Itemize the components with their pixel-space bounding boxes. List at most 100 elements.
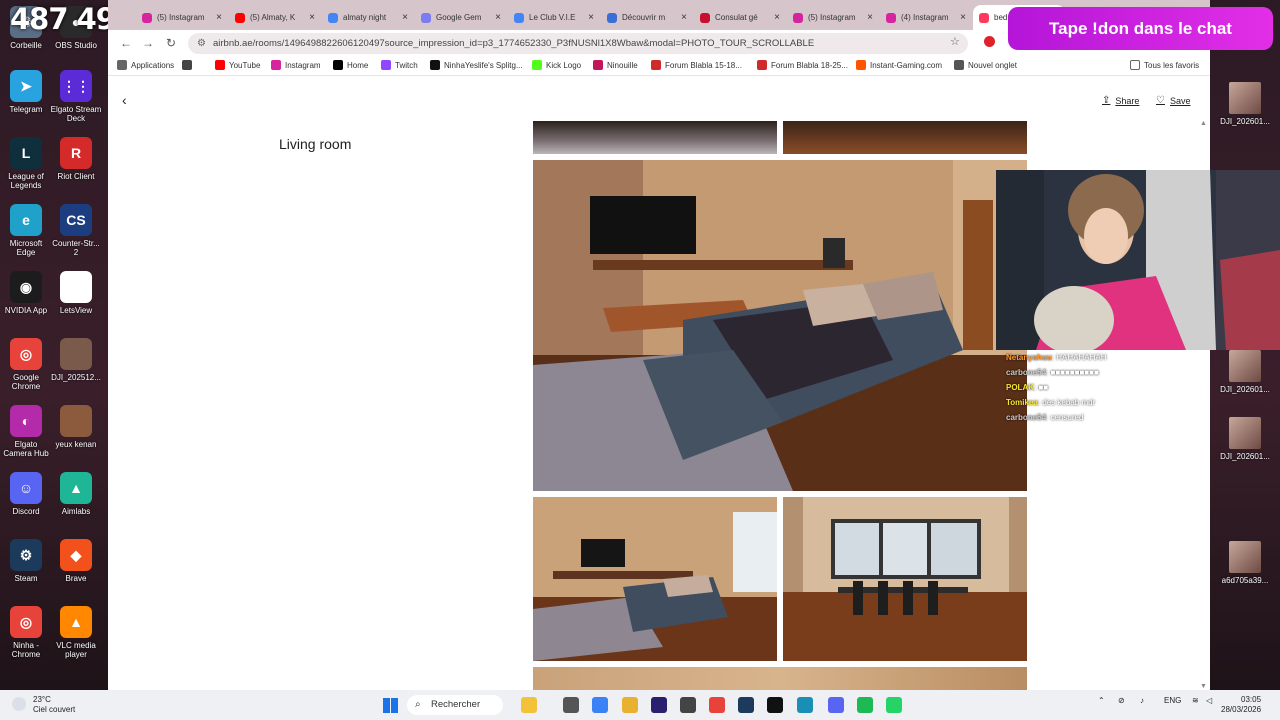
- desktop-shortcut[interactable]: ⚙ Steam: [0, 539, 52, 583]
- opera-extension-icon[interactable]: [984, 36, 995, 47]
- bookmark-item[interactable]: Nouvel onglet: [954, 60, 1017, 70]
- bookmark-item[interactable]: Forum Blabla 18-25...: [757, 60, 848, 70]
- clipchamp-icon[interactable]: [797, 697, 813, 713]
- file-explorer-icon[interactable]: [521, 697, 537, 713]
- scroll-down-icon[interactable]: ▼: [1200, 683, 1207, 690]
- copilot-icon[interactable]: [592, 697, 608, 713]
- dining-area-photo[interactable]: [783, 497, 1027, 661]
- desktop-shortcut[interactable]: R Riot Client: [50, 137, 102, 181]
- chrome-icon[interactable]: [709, 697, 725, 713]
- desktop-file[interactable]: a6d705a39...: [1219, 541, 1271, 585]
- game-icon[interactable]: [680, 697, 696, 713]
- room-photo-bottom[interactable]: [533, 667, 1027, 690]
- site-info-icon[interactable]: ⚙: [197, 33, 206, 54]
- store-icon[interactable]: [563, 697, 579, 713]
- room-photo-top-left[interactable]: [533, 121, 777, 154]
- bookmark-item[interactable]: Kick Logo: [532, 60, 581, 70]
- save-button[interactable]: ♡ Save: [1156, 95, 1190, 106]
- bookmark-item[interactable]: Applications: [117, 60, 174, 70]
- bookmark-item[interactable]: Home: [333, 60, 368, 70]
- browser-tab[interactable]: (5) Almaty, K ×: [229, 5, 321, 30]
- photo-file-icon: [1229, 82, 1261, 114]
- windows-start-icon[interactable]: [383, 698, 398, 713]
- close-icon[interactable]: ×: [402, 12, 408, 23]
- taskbar-clock[interactable]: 03:05 28/03/2026: [1221, 695, 1261, 715]
- bookmark-star-icon[interactable]: ☆: [950, 35, 960, 48]
- desktop-shortcut[interactable]: ➤ Telegram: [0, 70, 52, 114]
- bookmark-item[interactable]: Instant-Gaming.com: [856, 60, 942, 70]
- room-photo-top-right[interactable]: [783, 121, 1027, 154]
- folder-icon[interactable]: [622, 697, 638, 713]
- tiktok-icon[interactable]: [767, 697, 783, 713]
- desktop-shortcut[interactable]: yeux kenan: [50, 405, 102, 449]
- all-bookmarks-folder[interactable]: Tous les favoris: [1130, 60, 1199, 70]
- close-photo-tour-icon[interactable]: ‹: [122, 92, 127, 108]
- whatsapp-icon[interactable]: [886, 697, 902, 713]
- desktop-shortcut[interactable]: ◇ LetsView: [50, 271, 102, 315]
- scroll-up-icon[interactable]: ▲: [1200, 120, 1207, 127]
- bookmark-item[interactable]: [182, 60, 196, 70]
- taskbar-search-label: Rechercher: [431, 699, 481, 710]
- bookmark-item[interactable]: Twitch: [381, 60, 418, 70]
- instagram-icon: [793, 12, 803, 23]
- desktop-shortcut[interactable]: ◎ Google Chrome: [0, 338, 52, 391]
- close-icon[interactable]: ×: [774, 12, 780, 23]
- bookmark-item[interactable]: NinhaYeslife's Splitg...: [430, 60, 523, 70]
- bookmark-item[interactable]: YouTube: [215, 60, 260, 70]
- desktop-shortcut[interactable]: ◎ Ninha - Chrome: [0, 606, 52, 659]
- browser-tab[interactable]: (5) Instagram ×: [787, 5, 879, 30]
- desktop-shortcut[interactable]: ⋮⋮ Elgato Stream Deck: [50, 70, 102, 123]
- close-icon[interactable]: ×: [867, 12, 873, 23]
- reload-icon[interactable]: ↻: [166, 36, 176, 50]
- browser-tab[interactable]: Le Club V.I.E ×: [508, 5, 600, 30]
- living-room-photo-2[interactable]: [533, 497, 777, 661]
- letsview-icon: ◇: [60, 271, 92, 303]
- bookmark-item[interactable]: Forum Blabla 15-18...: [651, 60, 742, 70]
- weather-widget[interactable]: 23°C Ciel couvert: [33, 695, 75, 715]
- wifi-icon[interactable]: ≋: [1192, 696, 1199, 705]
- close-icon[interactable]: ×: [495, 12, 501, 23]
- discord-icon[interactable]: [828, 697, 844, 713]
- close-icon[interactable]: ×: [681, 12, 687, 23]
- desktop-shortcut[interactable]: ▲ VLC media player: [50, 606, 102, 659]
- tray-network-icon[interactable]: ⊘: [1118, 696, 1125, 705]
- desktop-file[interactable]: DJI_202601...: [1219, 82, 1271, 126]
- desktop-file[interactable]: DJI_202601...: [1219, 350, 1271, 394]
- back-arrow-icon[interactable]: ←: [120, 36, 132, 50]
- desktop-shortcut[interactable]: ☺ Discord: [0, 472, 52, 516]
- microphone-icon[interactable]: ♪: [1140, 696, 1144, 705]
- volume-icon[interactable]: ◁: [1206, 696, 1212, 705]
- tray-chevron-icon[interactable]: ⌃: [1098, 696, 1105, 705]
- language-indicator[interactable]: ENG: [1164, 696, 1181, 705]
- desktop-shortcut[interactable]: e Microsoft Edge: [0, 204, 52, 257]
- spotify-icon[interactable]: [857, 697, 873, 713]
- close-icon[interactable]: ×: [309, 12, 315, 23]
- taskbar-search[interactable]: ⌕ Rechercher: [407, 695, 503, 715]
- desktop-shortcut[interactable]: DJI_202512...: [50, 338, 102, 382]
- close-icon[interactable]: ×: [216, 12, 222, 23]
- desktop-shortcut[interactable]: ◐ Elgato Camera Hub: [0, 405, 52, 458]
- desktop-shortcut[interactable]: ◉ NVIDIA App: [0, 271, 52, 315]
- desktop-file[interactable]: DJI_202601...: [1219, 417, 1271, 461]
- share-button[interactable]: ⇪ Share: [1102, 95, 1139, 106]
- browser-tab[interactable]: Découvrir m ×: [601, 5, 693, 30]
- desktop-shortcut[interactable]: L League of Legends: [0, 137, 52, 190]
- close-icon[interactable]: ×: [588, 12, 594, 23]
- bookmark-item[interactable]: Instagram: [271, 60, 321, 70]
- desktop-shortcut[interactable]: ◆ Brave: [50, 539, 102, 583]
- forward-arrow-icon[interactable]: →: [142, 36, 154, 50]
- desktop-shortcut[interactable]: ▲ Aimlabs: [50, 472, 102, 516]
- browser-tab[interactable]: Google Gem ×: [415, 5, 507, 30]
- browser-tab[interactable]: (5) Instagram ×: [136, 5, 228, 30]
- browser-tab[interactable]: (4) Instagram ×: [880, 5, 972, 30]
- bookmark-item[interactable]: Ninouille: [593, 60, 638, 70]
- browser-tab[interactable]: almaty night ×: [322, 5, 414, 30]
- living-room-main-photo[interactable]: [533, 160, 1027, 491]
- desktop-shortcut-label: Elgato Stream Deck: [50, 105, 102, 123]
- desktop-shortcut[interactable]: CS Counter-Str... 2: [50, 204, 102, 257]
- close-icon[interactable]: ×: [960, 12, 966, 23]
- browser-tab[interactable]: Consulat gé ×: [694, 5, 786, 30]
- premiere-icon[interactable]: [651, 697, 667, 713]
- address-bar[interactable]: ⚙ airbnb.ae/rooms/1496498822606120497sou…: [188, 33, 968, 54]
- steam-icon[interactable]: [738, 697, 754, 713]
